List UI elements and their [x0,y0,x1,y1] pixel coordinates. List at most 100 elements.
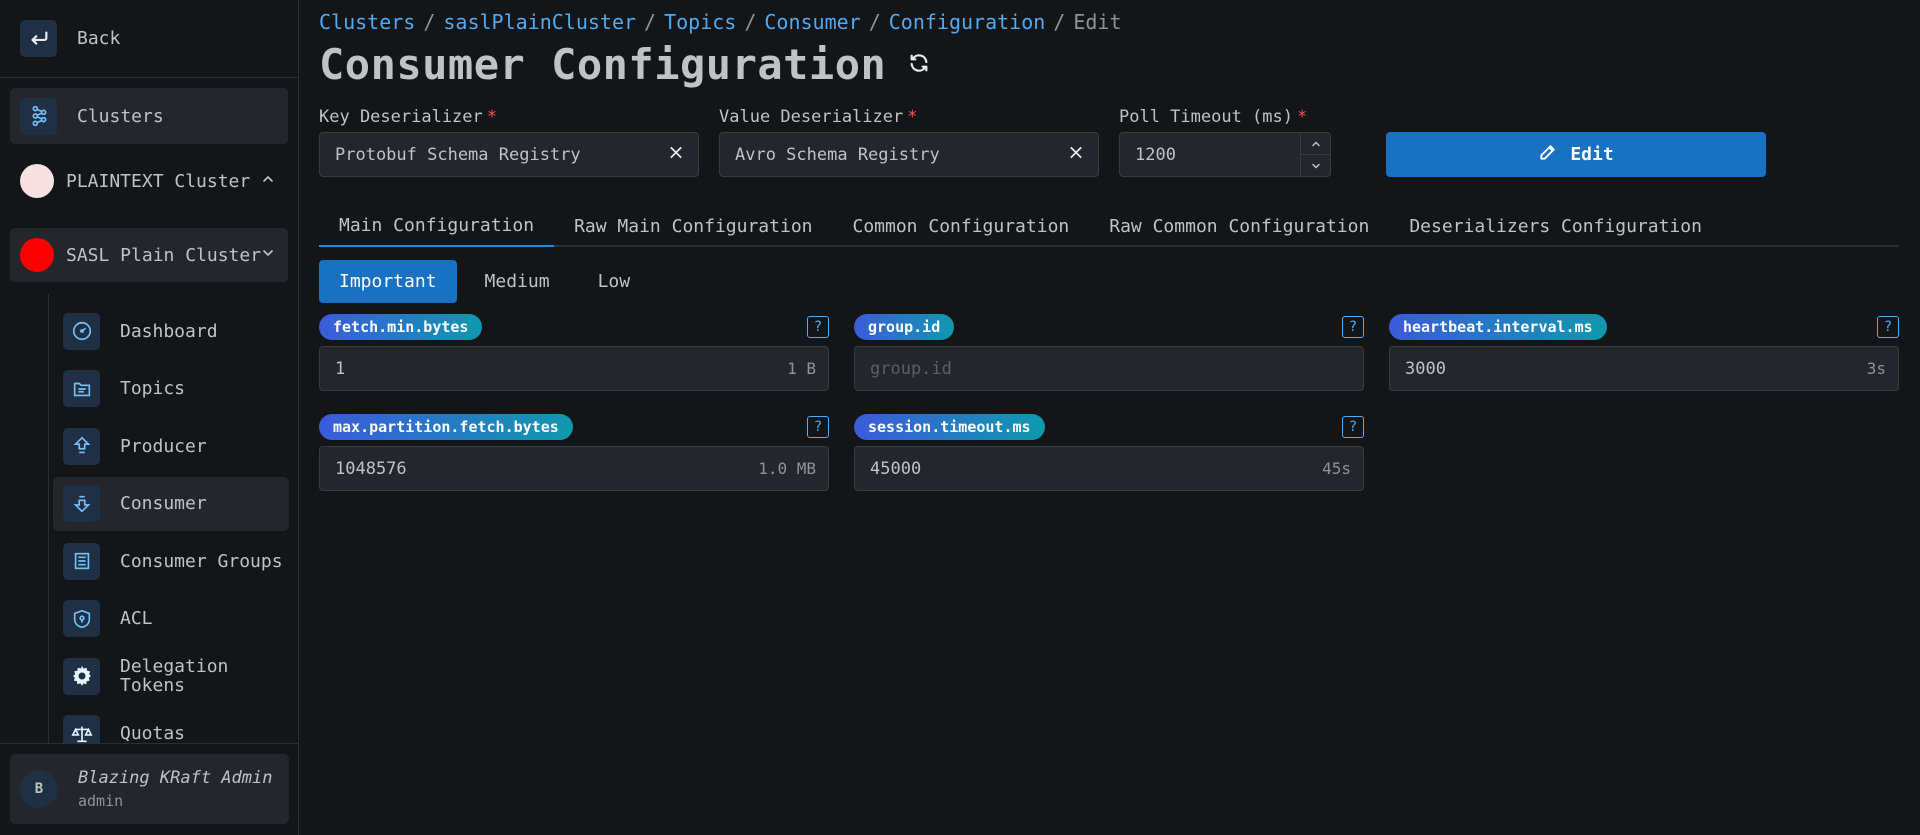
input-value: 1 [335,358,346,379]
chevron-down-icon[interactable] [1301,155,1330,176]
help-icon[interactable]: ? [1342,416,1364,438]
tab-deserializers-configuration[interactable]: Deserializers Configuration [1389,205,1722,247]
help-icon[interactable]: ? [807,316,829,338]
avatar: B [20,770,58,808]
property-input[interactable]: group.id [854,346,1364,391]
quantity-stepper[interactable] [1300,133,1330,176]
main-content: Clusters / saslPlainCluster / Topics / Consume… [299,0,1920,835]
poll-timeout-label: Poll Timeout (ms) * [1119,107,1307,127]
sidebar-item-label: ACL [120,608,153,629]
tab-main-configuration[interactable]: Main Configuration [319,205,555,247]
back-button[interactable]: Back [0,0,298,78]
sidebar-item-label: Dashboard [120,320,218,342]
container-icon [63,542,100,580]
shield-icon [63,600,100,637]
breadcrumb-configuration[interactable]: Configuration [889,10,1046,34]
user-role: admin [78,792,124,810]
edit-button-label: Edit [1570,144,1614,165]
property-input[interactable]: 3000 3s [1389,346,1899,391]
property-name-badge: heartbeat.interval.ms [1389,314,1607,340]
property-input[interactable]: 1 1 B [319,346,829,391]
breadcrumb-cluster[interactable]: saslPlainCluster [443,10,636,34]
sidebar-item-label: Delegation Tokens [120,656,229,696]
required-mark: * [907,107,918,127]
property-group-id: group.id? group.id [854,314,1364,391]
scale-icon [63,715,100,744]
config-tabs: Main Configuration Raw Main Configuratio… [319,205,1899,247]
gauge-icon [63,312,100,350]
filter-low[interactable]: Low [578,260,651,303]
sidebar-item-topics[interactable]: Topics [53,362,289,416]
key-deserializer-select[interactable]: Protobuf Schema Registry [319,132,699,177]
breadcrumb-separator: / [644,10,657,34]
key-deserializer-label: Key Deserializer * [319,107,497,127]
arrow-back-icon [20,20,57,57]
value-deserializer-label: Value Deserializer * [719,107,917,127]
tab-raw-main-configuration[interactable]: Raw Main Configuration [554,205,832,247]
sidebar-item-quotas[interactable]: Quotas [53,707,289,744]
arrow-up-icon [63,427,100,465]
tab-common-configuration[interactable]: Common Configuration [833,205,1090,247]
property-session-timeout-ms: session.timeout.ms? 45000 45s [854,414,1364,491]
filter-important[interactable]: Important [319,260,457,303]
edit-button[interactable]: Edit [1386,132,1766,177]
chevron-down-icon [260,245,276,265]
chevron-up-icon [260,171,276,191]
poll-timeout-input[interactable]: 1200 [1119,132,1331,177]
refresh-icon[interactable] [908,52,930,78]
select-value: Avro Schema Registry [735,144,940,165]
page-title: Consumer Configuration [319,40,887,89]
cluster-plaintext[interactable]: PLAINTEXT Cluster [10,154,288,208]
input-placeholder: group.id [870,358,952,379]
chevron-up-icon[interactable] [1301,133,1330,155]
sidebar-item-consumer[interactable]: Consumer [53,476,289,531]
user-name: Blazing KRaft Admin [78,768,273,788]
breadcrumb: Clusters / saslPlainCluster / Topics / Consume… [319,10,1122,34]
breadcrumb-separator: / [868,10,881,34]
property-max-partition-fetch-bytes: max.partition.fetch.bytes? 1048576 1.0 MB [319,414,829,491]
breadcrumb-clusters[interactable]: Clusters [319,10,415,34]
property-name-badge: session.timeout.ms [854,414,1045,440]
filter-medium[interactable]: Medium [465,260,570,303]
gear-icon [63,657,100,695]
pencil-icon [1538,142,1558,167]
breadcrumb-topics[interactable]: Topics [664,10,736,34]
sidebar: Back Clusters PLAINTEXT Cluster SASL Pla… [0,0,299,835]
sidebar-item-label: Quotas [120,723,186,744]
property-name-badge: fetch.min.bytes [319,314,483,340]
property-name-badge: group.id [854,314,955,340]
clusters-icon [20,97,57,135]
sidebar-item-acl[interactable]: ACL [53,592,289,646]
sidebar-item-producer[interactable]: Producer [53,419,289,473]
value-deserializer-select[interactable]: Avro Schema Registry [719,132,1099,177]
help-icon[interactable]: ? [1342,316,1364,338]
input-value: 1048576 [335,458,407,479]
clusters-label: Clusters [77,105,164,127]
folder-icon [63,370,100,407]
help-icon[interactable]: ? [807,416,829,438]
cluster-sasl-plain[interactable]: SASL Plain Cluster [10,228,288,282]
sidebar-item-dashboard[interactable]: Dashboard [53,304,289,358]
breadcrumb-current: Edit [1073,10,1122,34]
input-value: 3000 [1405,358,1446,379]
help-icon[interactable]: ? [1877,316,1899,338]
cluster-color-dot [20,238,54,272]
arrow-down-icon [63,485,100,522]
required-mark: * [1297,107,1308,127]
user-menu[interactable]: B Blazing KRaft Admin admin [10,754,289,824]
property-input[interactable]: 45000 45s [854,446,1364,491]
field-label-text: Poll Timeout (ms) [1119,107,1293,127]
sidebar-item-clusters[interactable]: Clusters [10,88,288,144]
close-icon[interactable] [1068,144,1084,165]
field-label-text: Value Deserializer [719,107,904,127]
sidebar-item-delegation-tokens[interactable]: Delegation Tokens [53,649,289,703]
sidebar-item-consumer-groups[interactable]: Consumer Groups [53,534,289,588]
tab-raw-common-configuration[interactable]: Raw Common Configuration [1089,205,1389,247]
cluster-sub-nav: Dashboard Topics Producer Consumer Consu… [48,294,289,744]
breadcrumb-consumer[interactable]: Consumer [764,10,860,34]
close-icon[interactable] [668,144,684,165]
back-label: Back [77,28,121,49]
property-input[interactable]: 1048576 1.0 MB [319,446,829,491]
breadcrumb-separator: / [1053,10,1066,34]
required-mark: * [486,107,498,127]
